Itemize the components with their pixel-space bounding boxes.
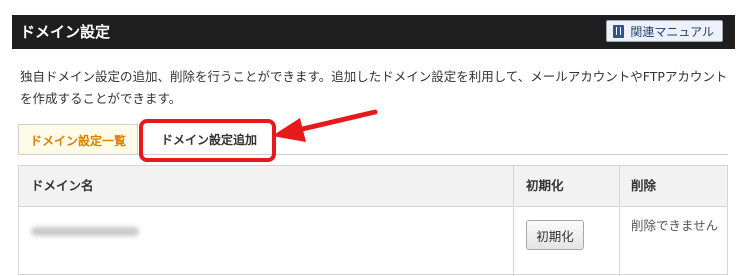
- reset-button[interactable]: 初期化: [526, 220, 584, 250]
- domain-table: ドメイン名 初期化 削除 初期化 削除できません: [18, 165, 728, 276]
- column-divider: [513, 166, 514, 276]
- column-header-domain: ドメイン名: [31, 178, 94, 193]
- page-title: ドメイン設定: [20, 23, 111, 41]
- delete-status: 削除できません: [631, 218, 719, 233]
- column-header-reset: 初期化: [526, 178, 564, 193]
- column-header-delete: 削除: [631, 178, 657, 193]
- tab-divider: [18, 154, 728, 155]
- page-header: ドメイン設定 関連マニュアル: [12, 15, 735, 49]
- related-manual-button[interactable]: 関連マニュアル: [606, 20, 723, 42]
- annotation-arrow-icon: [272, 109, 378, 142]
- table-header-row: [19, 166, 727, 207]
- book-icon: [613, 24, 625, 38]
- column-divider: [619, 166, 620, 276]
- tab-domain-list[interactable]: ドメイン設定一覧: [18, 124, 138, 155]
- highlight-box: [139, 119, 276, 162]
- related-manual-label: 関連マニュアル: [630, 24, 714, 39]
- domain-name-redacted: [31, 227, 139, 236]
- tab-domain-list-label: ドメイン設定一覧: [29, 133, 126, 148]
